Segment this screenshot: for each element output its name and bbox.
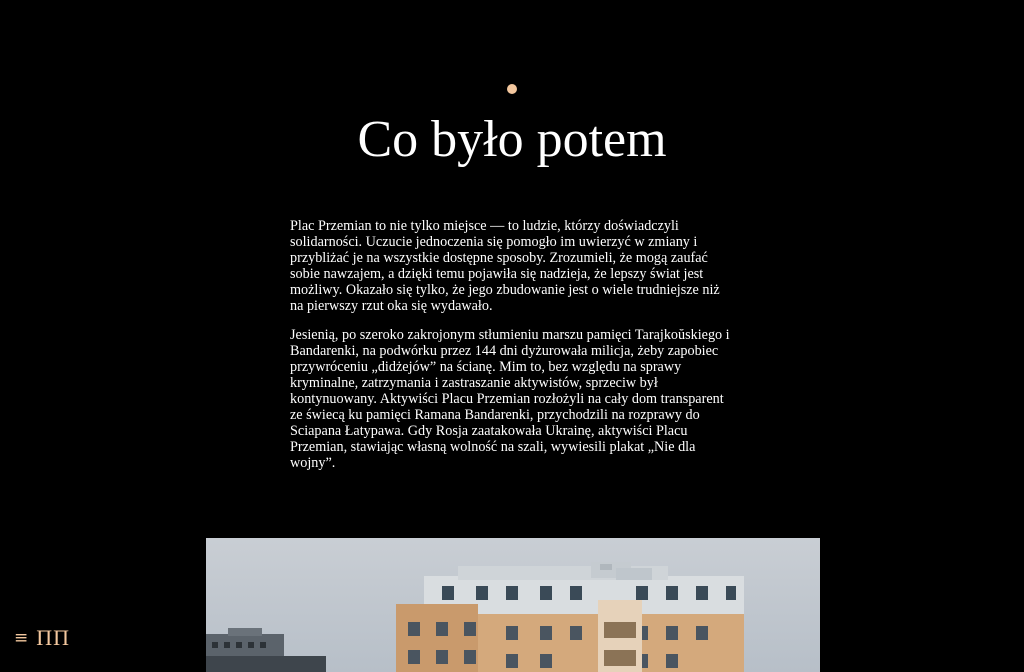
building-photo bbox=[206, 538, 820, 672]
article-body: Plac Przemian to nie tylko miejsce — to … bbox=[290, 218, 736, 484]
article-paragraph-2: Jesienią, po szeroko zakrojonym stłumien… bbox=[290, 327, 730, 471]
menu-icon[interactable]: ≡ bbox=[14, 628, 28, 648]
article-paragraph-1: Plac Przemian to nie tylko miejsce — to … bbox=[290, 218, 720, 314]
bottom-nav: ≡ ПП bbox=[14, 626, 70, 650]
site-logo[interactable]: ПП bbox=[36, 626, 70, 650]
accent-dot bbox=[507, 84, 517, 94]
section-title: Co było potem bbox=[357, 111, 667, 168]
